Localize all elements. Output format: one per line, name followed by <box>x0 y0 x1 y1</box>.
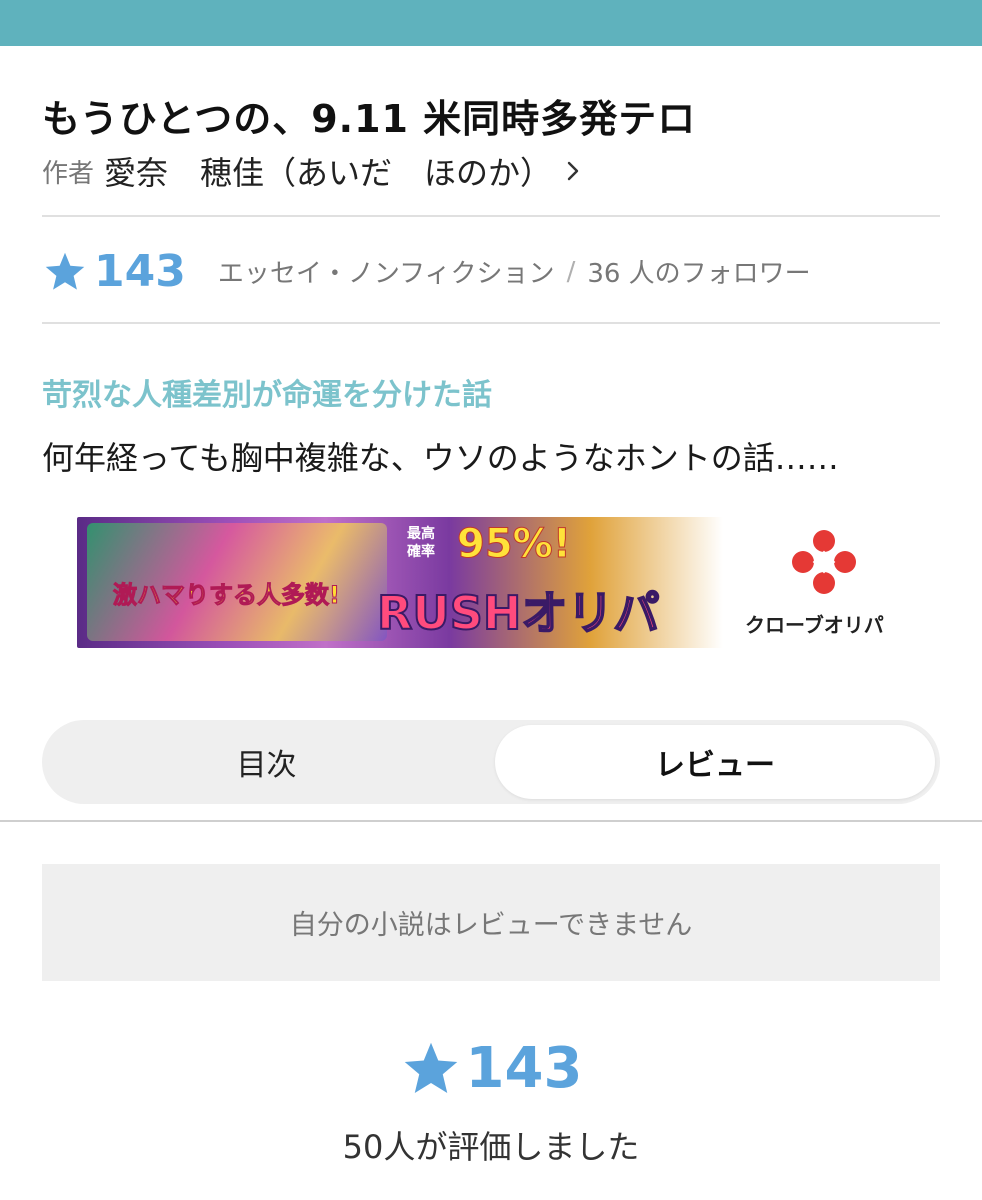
ad-text-left: 激ハマりする人多数! <box>113 581 341 610</box>
section-divider <box>0 820 982 822</box>
divider <box>42 215 940 217</box>
followers-link[interactable]: 36 人のフォロワー <box>587 253 810 290</box>
ad-text-small: 最高 確率 <box>407 526 435 560</box>
review-disabled-notice: 自分の小説はレビューできません <box>42 864 940 981</box>
work-title: もうひとつの、9.11 米同時多発テロ <box>42 97 697 141</box>
genre-link[interactable]: エッセイ・ノンフィクション <box>218 253 555 290</box>
review-rating: 143 <box>0 1036 982 1101</box>
star-icon <box>404 1042 457 1093</box>
ad-text-percent: 95%! <box>457 521 572 568</box>
ad-brand-name: クローブオリパ <box>745 613 884 637</box>
chevron-right-icon <box>567 161 579 181</box>
author-link[interactable]: 作者 愛奈 穂佳（あいだ ほのか） <box>42 148 584 194</box>
tab-review[interactable]: レビュー <box>495 725 935 799</box>
author-name[interactable]: 愛奈 穂佳（あいだ ほのか） <box>104 148 552 194</box>
rated-count: 50人が評価しました <box>342 1128 640 1166</box>
stats-row: 143 エッセイ・ノンフィクション / 36 人のフォロワー <box>42 246 811 297</box>
catchphrase: 苛烈な人種差別が命運を分けた話 <box>42 378 492 413</box>
ad-text-main: RUSHオリパ <box>376 585 660 641</box>
description: 何年経っても胸中複雑な、ウソのようなホントの話…… <box>42 439 839 477</box>
separator: / <box>566 256 576 287</box>
review-star-count: 143 <box>465 1036 583 1101</box>
divider <box>42 322 940 324</box>
star-count[interactable]: 143 <box>94 246 186 297</box>
star-icon <box>45 252 85 290</box>
tab-switcher: 目次 レビュー <box>42 720 940 804</box>
tab-table-of-contents[interactable]: 目次 <box>42 720 491 804</box>
top-app-bar <box>0 0 982 46</box>
ad-banner[interactable]: 激ハマりする人多数! 最高 確率 95%! RUSHオリパ クローブオリパ <box>77 517 905 648</box>
ad-brand-logo-icon <box>792 530 856 594</box>
author-prefix-label: 作者 <box>42 158 95 189</box>
